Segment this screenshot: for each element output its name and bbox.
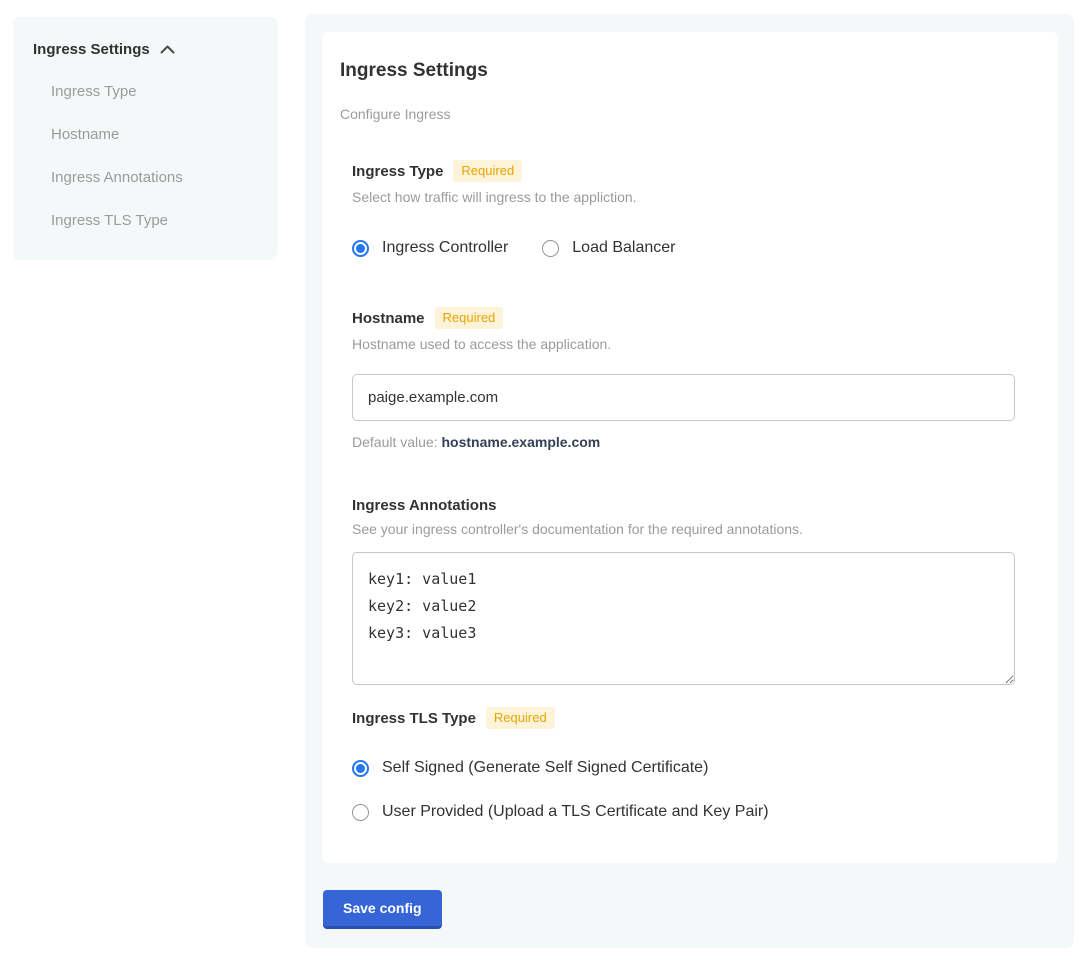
config-page: Ingress Settings Ingress Type Hostname I…: [0, 0, 1090, 948]
section-ingress-annotations: Ingress Annotations See your ingress con…: [352, 497, 1026, 685]
ingress-annotations-textarea[interactable]: key1: value1 key2: value2 key3: value3: [352, 552, 1015, 685]
ingress-annotations-label: Ingress Annotations: [352, 497, 496, 514]
hostname-help: Hostname used to access the application.: [352, 336, 1026, 352]
radio-option-ingress-controller[interactable]: Ingress Controller: [352, 239, 508, 257]
sidebar-item-ingress-annotations[interactable]: Ingress Annotations: [33, 168, 257, 187]
ingress-tls-type-label: Ingress TLS Type: [352, 710, 476, 727]
page-title: Ingress Settings: [340, 60, 1026, 82]
sidebar-item-hostname[interactable]: Hostname: [33, 125, 257, 144]
config-content-panel: Ingress Settings Configure Ingress Ingre…: [305, 14, 1074, 948]
radio-button-icon[interactable]: [542, 240, 559, 257]
hostname-label: Hostname: [352, 310, 425, 327]
default-value-text: hostname.example.com: [442, 434, 601, 450]
radio-option-user-provided[interactable]: User Provided (Upload a TLS Certificate …: [352, 803, 1026, 821]
ingress-type-label: Ingress Type: [352, 163, 443, 180]
ingress-annotations-help: See your ingress controller's documentat…: [352, 521, 1026, 537]
required-badge: Required: [453, 160, 522, 182]
radio-option-load-balancer[interactable]: Load Balancer: [542, 239, 675, 257]
radio-option-label: Ingress Controller: [382, 239, 508, 257]
sidebar-item-ingress-type[interactable]: Ingress Type: [33, 82, 257, 101]
sidebar-item-ingress-tls-type[interactable]: Ingress TLS Type: [33, 211, 257, 230]
sidebar-group-ingress-settings[interactable]: Ingress Settings: [33, 41, 257, 58]
chevron-up-icon: [160, 45, 175, 54]
radio-button-icon[interactable]: [352, 760, 369, 777]
sidebar-item-list: Ingress Type Hostname Ingress Annotation…: [33, 58, 257, 230]
ingress-type-radio-group: Ingress Controller Load Balancer: [352, 239, 1026, 257]
radio-option-label: Load Balancer: [572, 239, 675, 257]
radio-option-label: Self Signed (Generate Self Signed Certif…: [382, 759, 708, 777]
ingress-type-help: Select how traffic will ingress to the a…: [352, 189, 1026, 205]
config-card: Ingress Settings Configure Ingress Ingre…: [322, 32, 1058, 863]
required-badge: Required: [486, 707, 555, 729]
ingress-tls-type-radio-group: Self Signed (Generate Self Signed Certif…: [352, 759, 1026, 821]
required-badge: Required: [435, 307, 504, 329]
section-ingress-type: Ingress Type Required Select how traffic…: [352, 160, 1026, 257]
default-value-prefix: Default value:: [352, 434, 442, 450]
page-subtitle: Configure Ingress: [340, 106, 1026, 122]
radio-button-icon[interactable]: [352, 804, 369, 821]
hostname-input[interactable]: [352, 374, 1015, 421]
save-config-button[interactable]: Save config: [323, 890, 442, 929]
sidebar-group-label: Ingress Settings: [33, 41, 150, 58]
hostname-default-line: Default value: hostname.example.com: [352, 434, 1026, 450]
radio-button-icon[interactable]: [352, 240, 369, 257]
radio-option-self-signed[interactable]: Self Signed (Generate Self Signed Certif…: [352, 759, 1026, 777]
section-ingress-tls-type: Ingress TLS Type Required Self Signed (G…: [352, 707, 1026, 821]
section-hostname: Hostname Required Hostname used to acces…: [352, 307, 1026, 450]
radio-option-label: User Provided (Upload a TLS Certificate …: [382, 803, 769, 821]
config-sidebar: Ingress Settings Ingress Type Hostname I…: [13, 17, 277, 260]
